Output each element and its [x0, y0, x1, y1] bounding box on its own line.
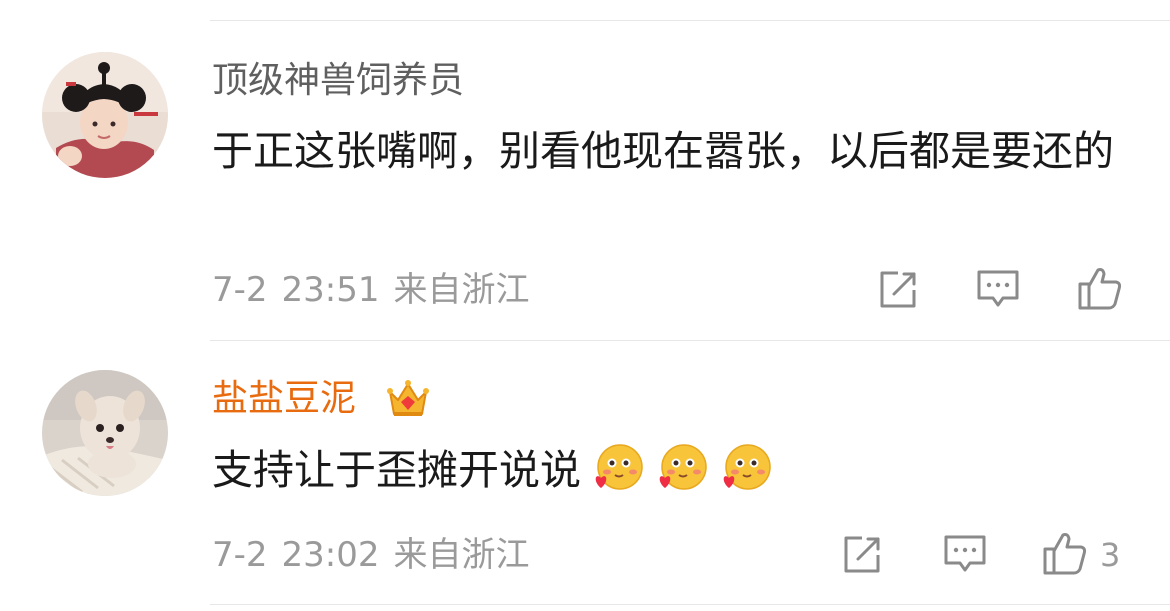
username[interactable]: 顶级神兽饲养员: [212, 60, 464, 102]
reply-icon: [977, 270, 1019, 307]
share-button[interactable]: [837, 530, 887, 580]
like-button[interactable]: [1075, 263, 1125, 313]
divider: [210, 340, 1170, 341]
crown-icon: [386, 376, 430, 420]
comment-time: 23:51: [281, 270, 380, 310]
avatar[interactable]: [42, 370, 168, 496]
comment-meta: 7-2 23:02 来自浙江: [212, 535, 544, 575]
like-button[interactable]: [1040, 528, 1090, 578]
username[interactable]: 盐盐豆泥: [212, 378, 356, 420]
comment-list: 顶级神兽饲养员 于正这张嘴啊，别看他现在嚣张，以后都是要还的 7-2 23:51 来…: [0, 0, 1170, 611]
share-icon: [880, 271, 916, 308]
reply-button[interactable]: [940, 530, 990, 580]
comment-date: 7-2: [212, 270, 268, 310]
like-count: 3: [1100, 536, 1121, 574]
blush-heart-emoji: [719, 442, 773, 496]
avatar[interactable]: [42, 52, 168, 178]
reply-button[interactable]: [973, 265, 1023, 315]
comment-time: 23:02: [281, 535, 380, 575]
blush-heart-emoji: [591, 442, 645, 496]
comment-location: 来自浙江: [393, 270, 530, 310]
like-icon: [1078, 268, 1122, 310]
blush-heart-emoji: [655, 442, 709, 496]
comment-date: 7-2: [212, 535, 268, 575]
divider: [210, 20, 1170, 21]
comment-meta: 7-2 23:51 来自浙江: [212, 270, 544, 310]
comment-text-body: 支持让于歪摊开说说: [212, 446, 581, 494]
like-icon: [1043, 533, 1087, 575]
comment-location: 来自浙江: [393, 535, 530, 575]
divider: [210, 604, 1170, 605]
share-button[interactable]: [873, 265, 923, 315]
comment-text: 于正这张嘴啊，别看他现在嚣张，以后都是要还的: [212, 127, 1114, 175]
share-icon: [844, 536, 880, 573]
comment-text: 支持让于歪摊开说说: [212, 441, 1122, 500]
reply-icon: [944, 535, 986, 572]
